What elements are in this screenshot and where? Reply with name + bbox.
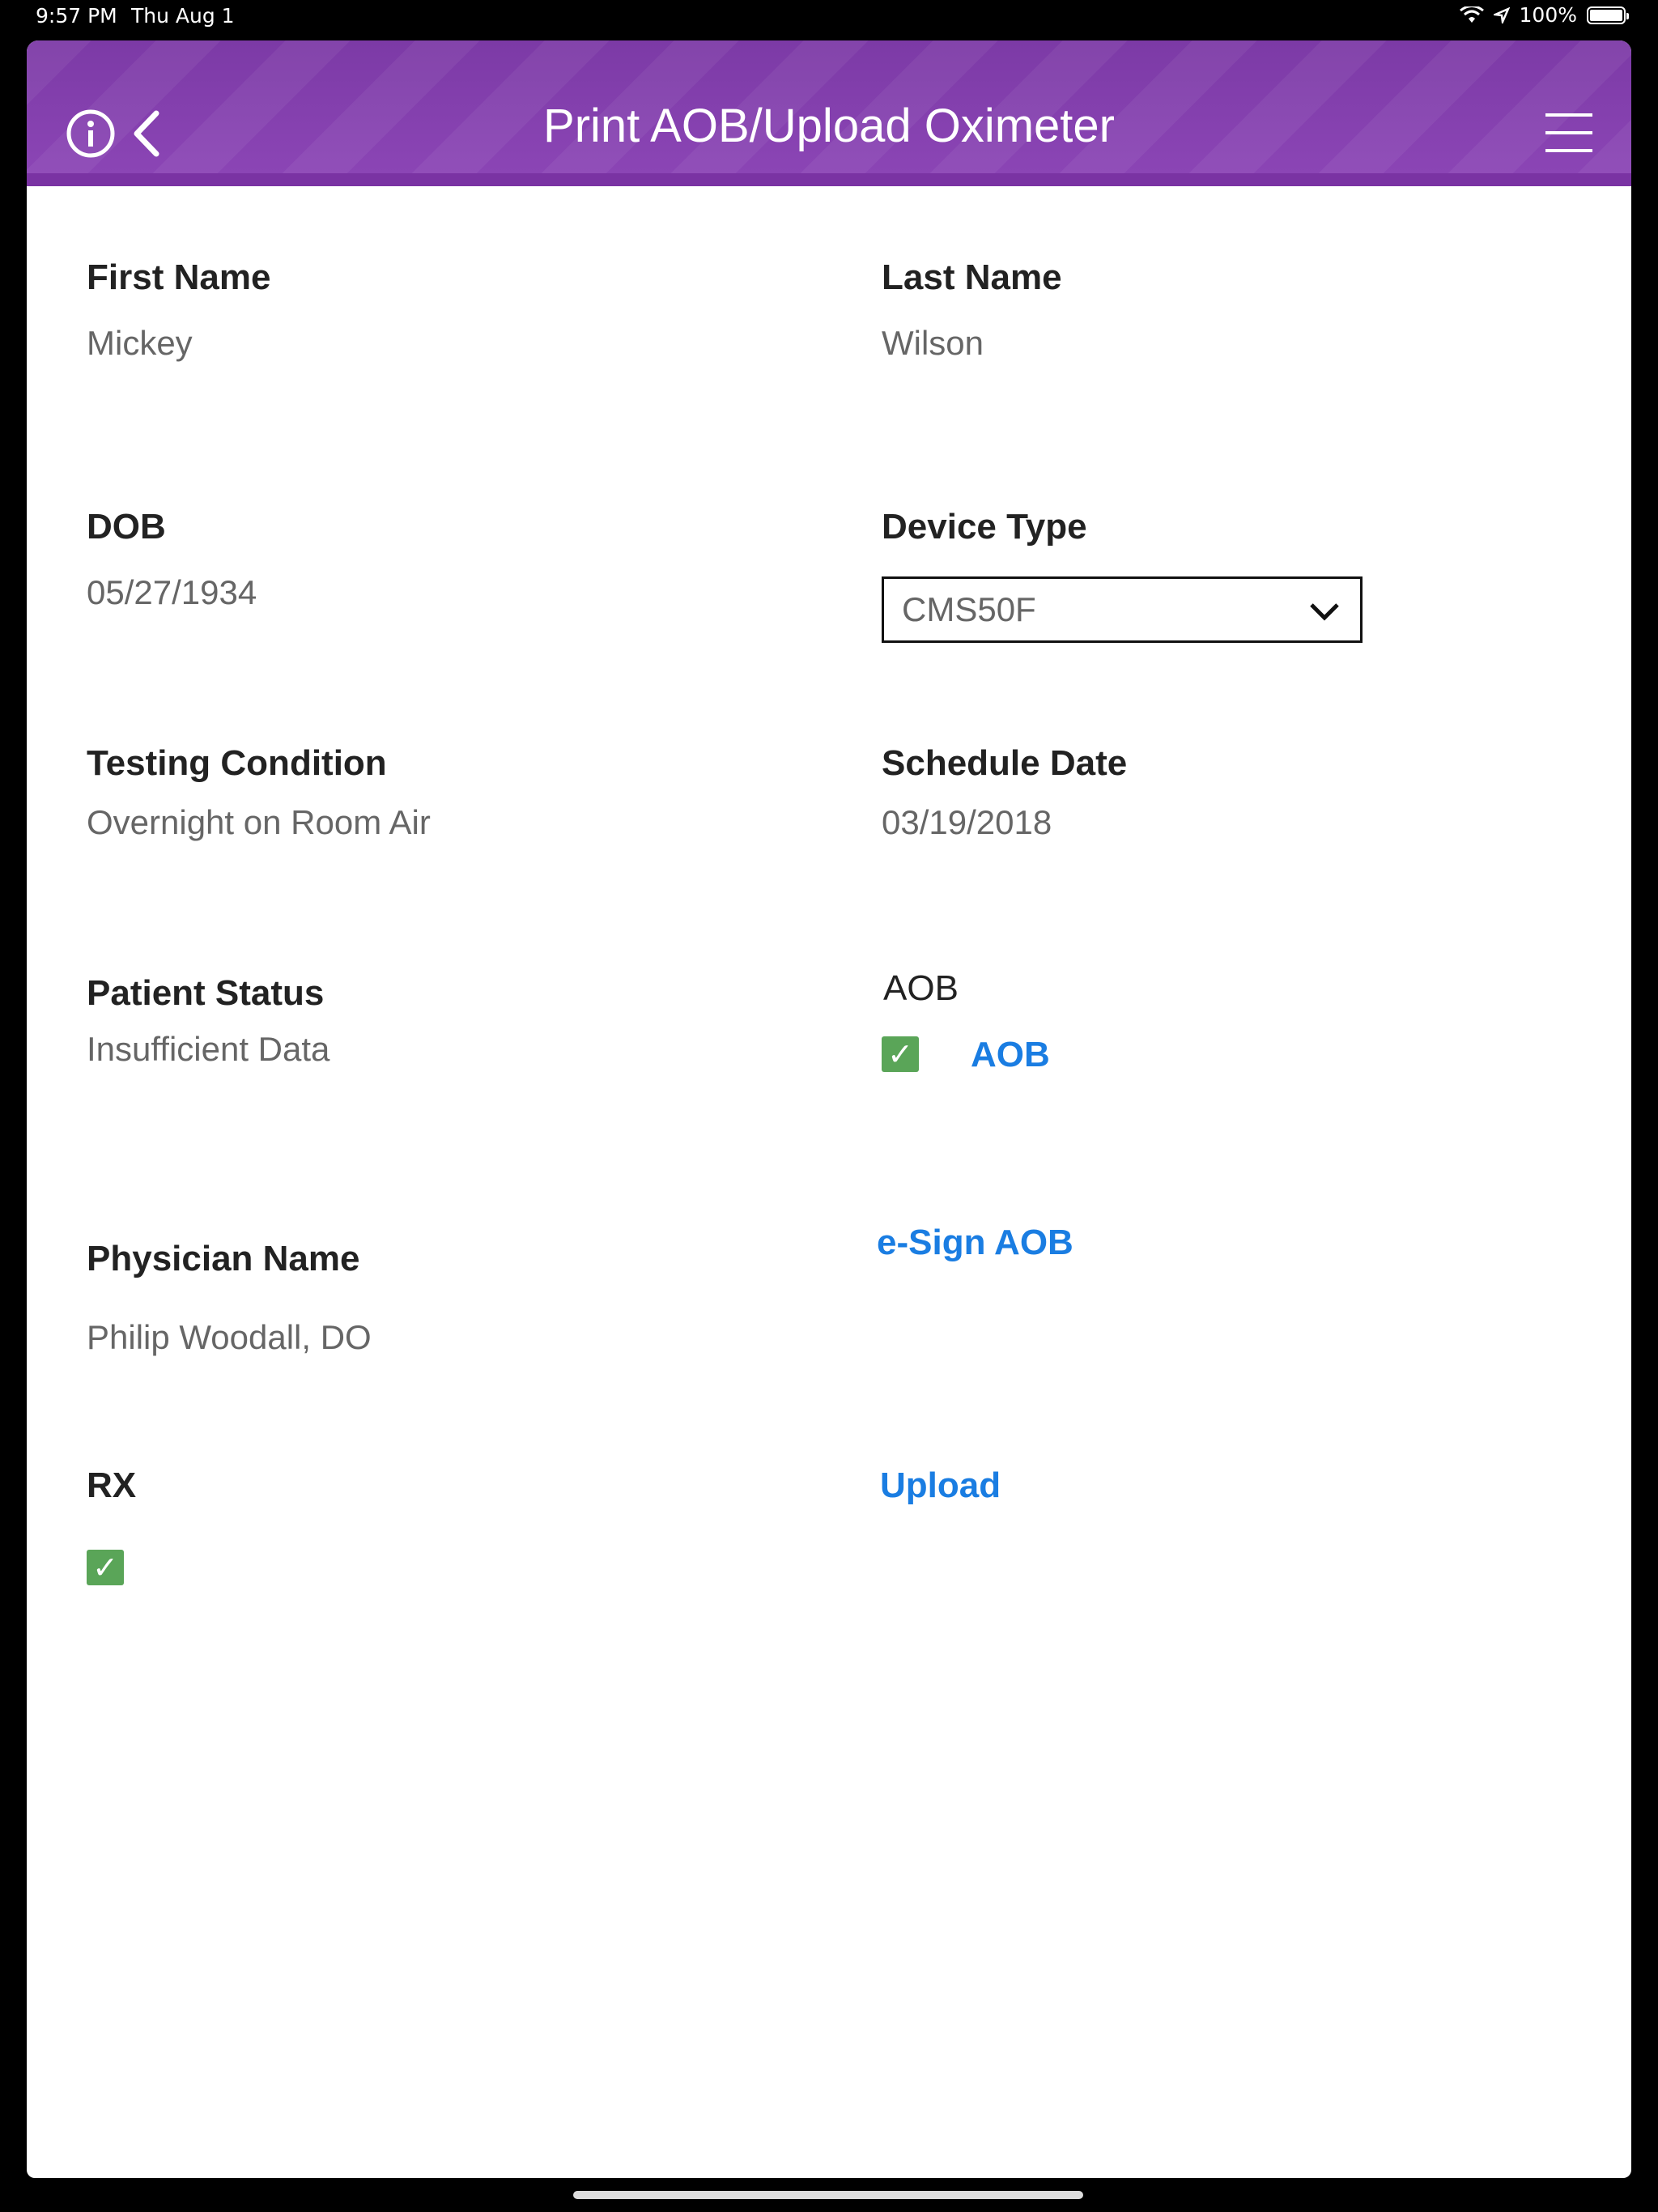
testing-condition-value: Overnight on Room Air — [87, 803, 431, 841]
patient-form: First Name Mickey Last Name Wilson DOB 0… — [27, 40, 1631, 2178]
status-time: 9:57 PM — [36, 4, 117, 28]
aob-link[interactable]: AOB — [971, 1035, 1050, 1075]
rx-checkbox[interactable]: ✓ — [87, 1550, 124, 1585]
patient-status-value: Insufficient Data — [87, 1030, 330, 1068]
battery-percent: 100% — [1519, 3, 1577, 27]
app-screen: Print AOB/Upload Oximeter First Name Mic… — [27, 40, 1631, 2178]
status-date: Thu Aug 1 — [131, 4, 235, 28]
first-name-value: Mickey — [87, 324, 193, 362]
location-icon — [1493, 6, 1510, 23]
last-name-label: Last Name — [882, 257, 1062, 297]
upload-link[interactable]: Upload — [880, 1465, 1001, 1506]
physician-name-value: Philip Woodall, DO — [87, 1318, 372, 1356]
physician-name-label: Physician Name — [87, 1239, 360, 1278]
testing-condition-label: Testing Condition — [87, 743, 387, 783]
patient-status-label: Patient Status — [87, 973, 325, 1013]
dob-value: 05/27/1934 — [87, 573, 257, 611]
schedule-date-label: Schedule Date — [882, 743, 1128, 783]
device-type-label: Device Type — [882, 507, 1087, 547]
chevron-down-icon — [1310, 603, 1339, 621]
rx-label: RX — [87, 1465, 137, 1505]
home-indicator[interactable] — [573, 2191, 1083, 2199]
device-type-value: CMS50F — [902, 590, 1036, 628]
first-name-label: First Name — [87, 257, 271, 297]
schedule-date-value: 03/19/2018 — [882, 803, 1052, 841]
dob-label: DOB — [87, 507, 166, 547]
status-bar: 9:57 PM Thu Aug 1 100% — [0, 0, 1658, 39]
last-name-value: Wilson — [882, 324, 984, 362]
battery-icon — [1587, 6, 1629, 24]
esign-aob-link[interactable]: e-Sign AOB — [877, 1223, 1073, 1263]
aob-label: AOB — [883, 968, 959, 1008]
aob-checkbox[interactable]: ✓ — [882, 1036, 919, 1072]
wifi-icon — [1459, 6, 1484, 23]
device-type-select[interactable]: CMS50F — [882, 576, 1363, 643]
status-right: 100% — [1459, 3, 1629, 27]
